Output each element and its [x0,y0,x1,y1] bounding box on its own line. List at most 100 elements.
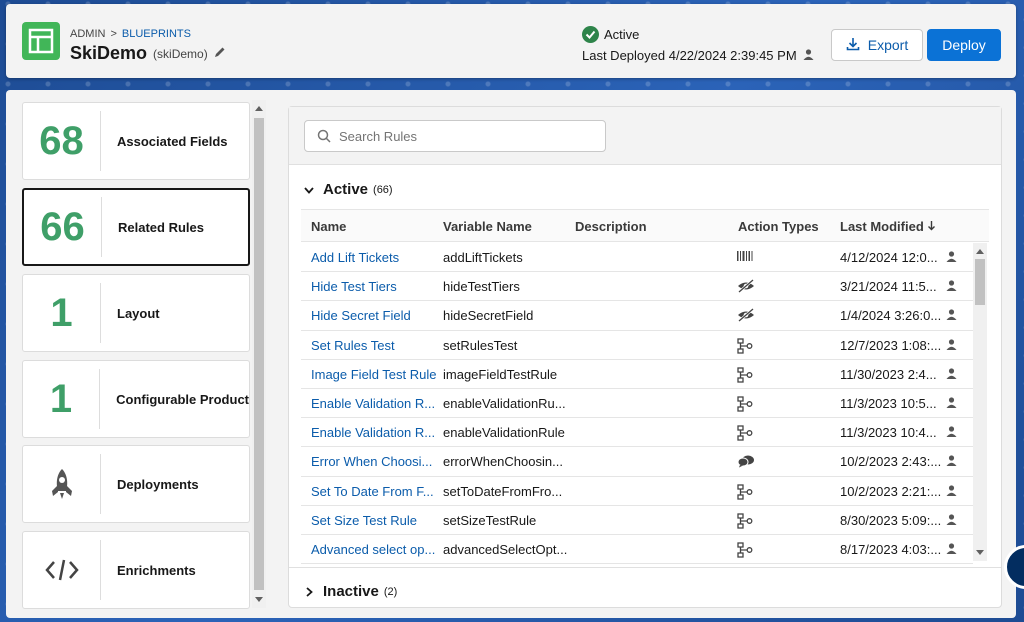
last-modified: 11/3/2023 10:5... [840,395,937,411]
search-icon [317,129,331,143]
rule-name-link[interactable]: Enable Validation R... [311,396,437,411]
card-count: 1 [23,369,101,429]
breadcrumb: ADMIN > BLUEPRINTS [70,28,191,40]
user-icon[interactable] [946,250,957,265]
card-label: Deployments [117,476,199,492]
layout-card[interactable]: 1 Layout [22,274,250,352]
hierarchy-icon [737,396,761,415]
table-row: Advanced select op... advancedSelectOpt..… [301,535,973,565]
variable-name: hideSecretField [443,308,534,324]
last-modified: 11/3/2023 10:4... [840,425,937,441]
hierarchy-icon [737,542,761,561]
column-last-modified-label: Last Modified [840,219,924,234]
rule-name-link[interactable]: Hide Secret Field [311,308,437,323]
last-modified: 11/30/2023 2:4... [840,366,937,382]
breadcrumb-admin: ADMIN [70,28,106,40]
hidden-eye-icon [737,279,761,296]
rules-panel: Search Rules Active (66) Name Variable N… [288,106,1002,608]
barcode-icon [737,250,761,265]
column-last-modified[interactable]: Last Modified [840,219,936,234]
user-icon[interactable] [946,513,957,528]
summary-cards: 68 Associated Fields 66 Related Rules 1 … [22,100,252,609]
last-modified: 1/4/2024 3:26:0... [840,308,942,324]
user-icon [803,48,814,63]
user-icon[interactable] [946,425,957,440]
table-row: Error When Choosi... errorWhenChoosin... 1… [301,447,973,477]
card-label: Associated Fields [117,133,228,149]
rule-name-link[interactable]: Set Rules Test [311,338,437,353]
rules-table: Name Variable Name Description Action Ty… [301,209,989,567]
variable-name: enableValidationRule [443,425,565,441]
column-action-types[interactable]: Action Types [738,219,819,234]
variable-name: setSizeTestRule [443,512,537,528]
column-description[interactable]: Description [575,219,647,234]
table-row: Add Lift Tickets addLiftTickets 4/12/2024 … [301,243,973,273]
search-placeholder: Search Rules [339,128,418,144]
rule-name-link[interactable]: Error When Choosi... [311,454,437,469]
active-section-toggle[interactable]: Active (66) [303,181,393,198]
rule-name-link[interactable]: Set Size Test Rule [311,513,437,528]
table-row: Set Rules Test setRulesTest 12/7/2023 1:08… [301,331,973,360]
inactive-section-toggle[interactable]: Inactive (2) [303,583,397,600]
code-icon [23,540,101,600]
rule-name-link[interactable]: Add Lift Tickets [311,250,437,265]
table-row: Enable Validation R... enableValidationRu… [301,389,973,419]
hierarchy-icon [737,367,761,386]
user-icon[interactable] [946,396,957,411]
user-icon[interactable] [946,454,957,469]
main-panel: 68 Associated Fields 66 Related Rules 1 … [6,90,1016,618]
rule-name-link[interactable]: Enable Validation R... [311,425,437,440]
column-name[interactable]: Name [311,219,346,234]
card-label: Enrichments [117,562,196,578]
configurable-product-card[interactable]: 1 Configurable Product [22,360,250,438]
last-modified: 4/12/2024 12:0... [840,250,938,265]
chat-icon [737,454,761,471]
card-label: Layout [117,305,160,321]
related-rules-card[interactable]: 66 Related Rules [22,188,250,266]
user-icon[interactable] [946,542,957,557]
last-modified: 10/2/2023 2:43:... [840,454,942,470]
table-scrollbar[interactable] [973,243,987,561]
table-row: Hide Test Tiers hideTestTiers 3/21/2024 11… [301,272,973,302]
last-modified: 12/7/2023 1:08:... [840,337,942,353]
card-count: 66 [24,197,102,257]
record-header: ADMIN > BLUEPRINTS SkiDemo (skiDemo) Activ… [6,4,1016,78]
enrichments-card[interactable]: Enrichments [22,531,250,609]
search-input[interactable]: Search Rules [304,120,606,152]
rule-name-link[interactable]: Set To Date From F... [311,484,437,499]
variable-name: addLiftTickets [443,250,523,265]
variable-name: enableValidationRu... [443,395,566,411]
hidden-eye-icon [737,308,761,325]
last-modified: 3/21/2024 11:5... [840,279,937,295]
cards-scrollbar[interactable] [252,100,266,608]
rule-name-link[interactable]: Advanced select op... [311,542,437,557]
hierarchy-icon [737,513,761,532]
rule-name-link[interactable]: Image Field Test Rule [311,367,437,382]
card-label: Related Rules [118,219,204,235]
chevron-right-icon [306,586,313,597]
status-block: Active Last Deployed 4/22/2024 2:39:45 P… [582,26,814,63]
last-deployed-text: Last Deployed 4/22/2024 2:39:45 PM [582,48,797,63]
breadcrumb-blueprints-link[interactable]: BLUEPRINTS [122,28,191,40]
rule-name-link[interactable]: Hide Test Tiers [311,279,437,294]
user-icon[interactable] [946,367,957,382]
edit-pencil-icon[interactable] [214,46,226,61]
last-modified: 8/30/2023 5:09:... [840,512,942,528]
table-row: Set To Date From F... setToDateFromFro...… [301,477,973,506]
user-icon[interactable] [946,484,957,499]
user-icon[interactable] [946,279,957,294]
column-variable-name[interactable]: Variable Name [443,219,532,234]
associated-fields-card[interactable]: 68 Associated Fields [22,102,250,180]
chevron-down-icon [304,186,314,194]
table-header: Name Variable Name Description Action Ty… [301,209,989,242]
user-icon[interactable] [946,338,957,353]
deploy-button[interactable]: Deploy [927,29,1001,61]
variable-name: imageFieldTestRule [443,366,558,382]
export-button[interactable]: Export [831,29,923,61]
user-icon[interactable] [946,308,957,323]
table-row: Set Size Test Rule setSizeTestRule 8/30/20… [301,506,973,535]
variable-name: errorWhenChoosin... [443,454,563,470]
hierarchy-icon [737,425,761,444]
hierarchy-icon [737,483,761,503]
deployments-card[interactable]: Deployments [22,445,250,523]
